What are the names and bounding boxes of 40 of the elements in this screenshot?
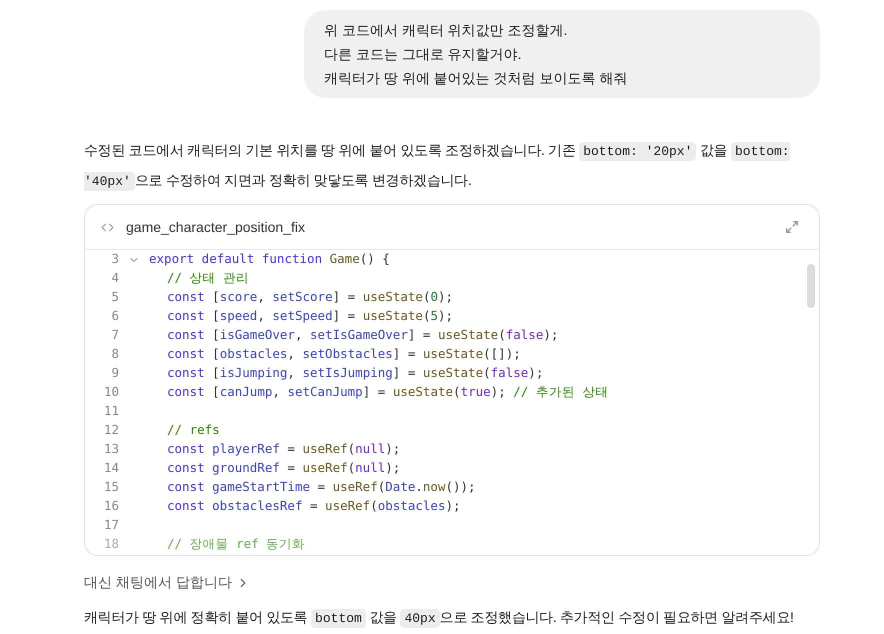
line-number: 4 <box>110 269 119 288</box>
code-line: const gameStartTime = useRef(Date.now()); <box>167 478 476 496</box>
code-line: const [speed, setSpeed] = useState(5); <box>167 307 454 326</box>
code-line: const playerRef = useRef(null); <box>167 440 400 458</box>
code-line: // refs <box>167 421 220 440</box>
response-paragraph: 수정된 코드에서 캐릭터의 기본 위치를 땅 위에 붙어 있도록 조정하겠습니다. 기존 bottom: '20px' 값을 bottom: '40px' 으로 수정하여 지면과 정확히 맞닿도록 변경하겠습니다. <box>84 141 791 193</box>
line-number: 7 <box>110 326 119 344</box>
line-number: 10 <box>102 383 119 402</box>
line-number: 17 <box>102 516 119 534</box>
code-icon <box>101 220 114 234</box>
code-line: // 장애물 ref 동기화 <box>167 535 306 554</box>
line-number: 16 <box>102 497 119 516</box>
line-number: 5 <box>110 288 119 306</box>
line-number: 9 <box>110 364 119 382</box>
line-number: 8 <box>110 345 119 364</box>
code-line: // 상태 관리 <box>167 269 250 288</box>
line-number: 12 <box>102 421 119 440</box>
line-number: 14 <box>102 459 119 478</box>
code-line: const groundRef = useRef(null); <box>167 459 400 478</box>
code-line: const obstaclesRef = useRef(obstacles); <box>167 497 461 516</box>
line-number: 13 <box>102 440 119 458</box>
line-number: 11 <box>102 402 119 420</box>
answered-in-chat-link[interactable]: 대신 채팅에서 답합니다 <box>84 572 250 593</box>
code-line: const [isJumping, setIsJumping] = useState(false); <box>167 364 544 382</box>
code-line: const [canJump, setCanJump] = useState(true); // 추가된 상태 <box>167 383 608 402</box>
artifact-title: game_character_position_fix <box>126 218 305 237</box>
response-paragraph: 캐릭터가 땅 위에 정확히 붙어 있도록 bottom 값을 40px 으로 조정했습니다. 추가적인 수정이 필요하면 알려주세요! <box>84 608 795 630</box>
line-number: 15 <box>102 478 119 496</box>
code-line: const [obstacles, setObstacles] = useState([]); <box>167 345 521 364</box>
line-number: 3 <box>110 250 119 268</box>
code-line: export default function Game() { <box>149 250 390 268</box>
code-line: const [isGameOver, setIsGameOver] = useState(false); <box>167 326 558 344</box>
message-text: 캐릭터가 땅 위에 붙어있는 것처럼 보이도록 해줘 <box>324 69 628 88</box>
expand-icon <box>785 220 799 234</box>
scrollbar-thumb[interactable] <box>807 264 815 308</box>
line-number: 18 <box>102 535 119 554</box>
message-text: 다른 코드는 그대로 유지할거야. <box>324 45 523 64</box>
message-text: 위 코드에서 캐릭터 위치값만 조정할게. <box>324 21 568 40</box>
code-line: const [score, setScore] = useState(0); <box>167 288 454 306</box>
line-number: 6 <box>110 307 119 326</box>
